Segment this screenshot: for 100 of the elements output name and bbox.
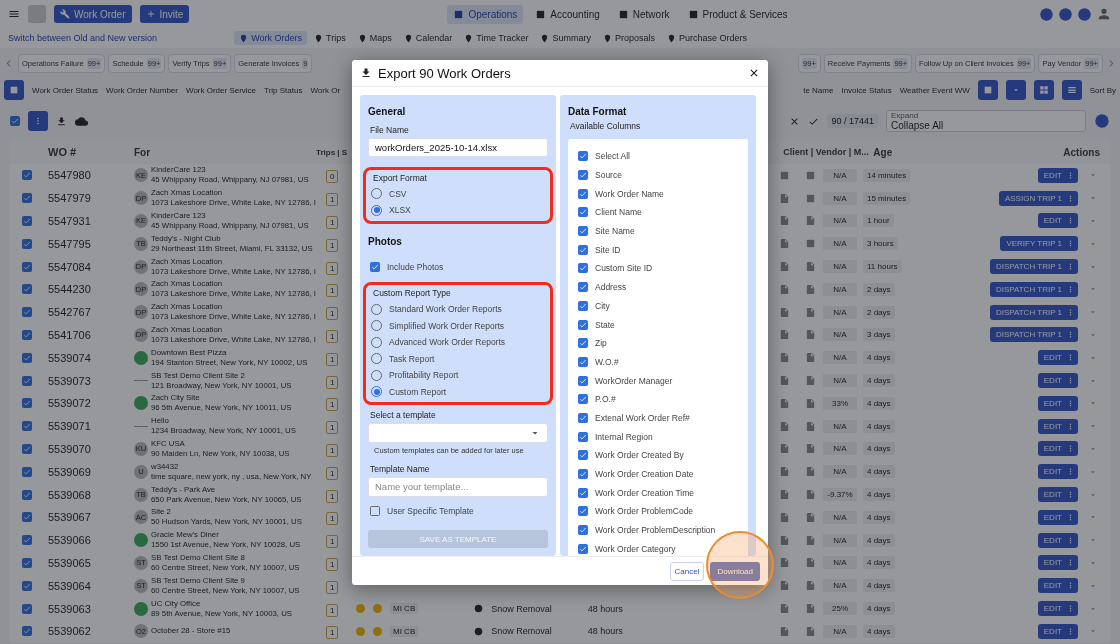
checkbox[interactable] [578,319,588,330]
checkbox[interactable] [578,450,588,461]
format-radio-option[interactable]: XLSX [371,202,411,219]
report-type-option[interactable]: Profitability Report [371,367,459,384]
report-type-option[interactable]: Standard Work Order Reports [371,301,502,318]
checkbox[interactable] [578,226,588,237]
row-checkbox[interactable] [22,489,32,500]
nav-tab[interactable]: Network [611,4,676,24]
column-option[interactable]: Site Name [578,221,635,241]
column-option[interactable]: Custom Site ID [578,259,653,278]
expand-select[interactable]: Expand Collapse All [886,110,1086,132]
row-checkbox[interactable] [22,375,32,386]
action-button[interactable]: DISPATCH TRIP 1 [989,281,1078,297]
action-button[interactable]: EDIT [1037,532,1078,548]
row-checkbox[interactable] [22,466,32,477]
action-button[interactable]: EDIT [1037,487,1078,503]
filter-column[interactable]: Work Or [310,85,341,95]
action-button[interactable]: EDIT [1037,441,1078,457]
row-checkbox[interactable] [22,284,32,295]
column-option[interactable]: Internal Region [578,427,653,446]
column-option[interactable]: Client Name [578,203,642,222]
subnav-tab[interactable]: Work Orders [234,31,308,45]
column-option[interactable]: Select All [578,147,630,166]
filter-button[interactable] [1005,80,1026,100]
action-button[interactable]: EDIT [1037,623,1078,639]
column-option[interactable]: Work Order Creation Date [578,464,694,484]
action-button[interactable]: EDIT [1037,373,1078,389]
checkbox[interactable] [578,151,588,162]
checkbox[interactable] [578,188,588,199]
report-type-option[interactable]: Simplified Work Order Reports [371,317,505,335]
subnav-tab[interactable]: Proposals [597,31,660,45]
checkbox[interactable] [578,469,588,480]
row-checkbox[interactable] [22,512,32,523]
column-option[interactable]: Work Order Created By [578,446,684,465]
nav-tab[interactable]: Product & Services [681,4,794,24]
column-option[interactable]: Extenal Work Order Ref# [578,408,690,428]
action-button[interactable]: EDIT [1037,395,1078,411]
include-photos-option[interactable]: Include Photos [370,260,548,275]
filter-column[interactable]: Work Order Status [32,85,99,95]
download-button[interactable]: Download [710,561,760,581]
more-button[interactable] [28,111,48,131]
row-checkbox[interactable] [22,261,32,272]
version-switch-link[interactable]: Switch between Old and New version [8,33,158,43]
row-checkbox[interactable] [22,193,32,204]
cancel-button[interactable]: Cancel [669,561,705,581]
work-order-button[interactable]: Work Order [54,5,132,23]
action-button[interactable]: EDIT [1037,509,1078,525]
filter-column[interactable]: Weather Event WW [899,85,970,95]
list-view-button[interactable] [1061,80,1082,100]
checkbox[interactable] [578,263,588,274]
action-button[interactable]: ASSIGN TRIP 1 [998,190,1078,206]
filter-column[interactable]: Work Order Service [185,85,257,95]
column-option[interactable]: Source [578,165,622,185]
report-type-option[interactable]: Advanced Work Order Reports [371,334,506,351]
row-checkbox[interactable] [22,421,32,432]
checkbox[interactable] [578,375,588,386]
column-option[interactable]: State [578,315,615,334]
column-option[interactable]: WorkOrder Manager [578,371,673,390]
close-button[interactable] [748,67,760,79]
filter-column[interactable]: Trip Status [264,85,303,95]
subnav-tab[interactable]: Trips [309,31,351,45]
column-option[interactable]: Work Order Creation Time [578,483,695,503]
invite-button[interactable]: Invite [139,5,190,23]
subnav-tab[interactable]: Purchase Orders [661,31,752,45]
subnav-tab[interactable]: Maps [352,31,397,45]
action-button[interactable]: EDIT [1037,601,1078,617]
column-option[interactable]: Work Order ProblemCode [578,502,694,521]
action-button[interactable]: EDIT [1037,213,1078,229]
column-option[interactable]: Site ID [578,240,621,260]
row-checkbox[interactable] [22,443,32,454]
column-option[interactable]: Zip [578,333,607,353]
text-toggle-button[interactable] [4,80,24,100]
template-name-field[interactable]: Name your template... [368,477,548,497]
action-button[interactable]: DISPATCH TRIP 1 [989,259,1078,275]
filter-toggle-button[interactable] [977,80,998,100]
subnav-tab[interactable]: Calendar [398,31,458,45]
checkbox[interactable] [578,525,588,536]
nav-tab[interactable]: Accounting [529,4,606,24]
checkbox[interactable] [578,170,588,181]
select-all-checkbox[interactable] [10,116,20,126]
checkbox[interactable] [578,338,588,349]
filter-column[interactable]: te Name [803,85,834,95]
action-button[interactable]: EDIT [1037,418,1078,434]
nav-tab[interactable]: Operations [447,4,524,24]
filter-column[interactable]: Work Order Number [106,85,178,95]
checkbox[interactable] [578,412,588,423]
action-button[interactable]: EDIT [1037,167,1078,183]
grid-view-button[interactable] [1033,80,1054,100]
action-button[interactable]: EDIT [1037,578,1078,594]
file-name-field[interactable]: workOrders_2025-10-14.xlsx [368,138,548,157]
subnav-tab[interactable]: Summary [535,31,596,45]
column-option[interactable]: W.O.# [578,352,619,372]
subnav-tab[interactable]: Time Tracker [459,31,534,45]
checkbox[interactable] [578,300,588,311]
action-button[interactable]: VERIFY TRIP 1 [1000,236,1078,252]
column-option[interactable]: Work Order Category [578,539,676,556]
column-option[interactable]: Address [578,277,627,297]
action-button[interactable]: EDIT [1037,464,1078,480]
row-checkbox[interactable] [22,626,32,637]
action-button[interactable]: EDIT [1037,555,1078,571]
